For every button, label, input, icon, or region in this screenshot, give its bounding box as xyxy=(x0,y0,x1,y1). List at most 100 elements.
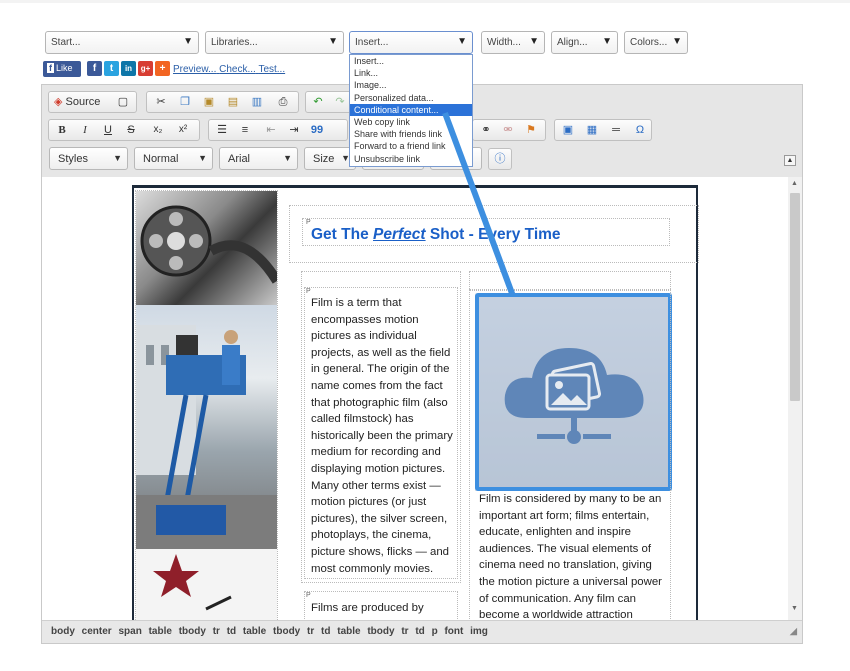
test-link[interactable]: Test... xyxy=(258,64,285,75)
right-body-text: Film is considered by many to be an impo… xyxy=(479,491,679,620)
menu-item-conditional-content[interactable]: Conditional content... xyxy=(350,103,472,116)
text-line: the motion picture a universal power xyxy=(479,575,662,588)
facebook-share-icon[interactable]: f xyxy=(87,61,102,76)
format-combo[interactable]: Normal ▼ xyxy=(134,147,213,170)
check-link[interactable]: Check... xyxy=(219,64,256,75)
special-char-button[interactable]: Ω xyxy=(630,120,650,140)
resize-handle-icon[interactable]: ◢ xyxy=(790,626,797,637)
styles-combo-label: Styles xyxy=(58,153,88,165)
underline-button[interactable]: U xyxy=(98,120,118,140)
start-select[interactable]: Start... ▼ xyxy=(45,31,199,54)
image-icon[interactable]: ▣ xyxy=(558,120,578,140)
text-line: become a worldwide attraction xyxy=(479,609,633,620)
template-icon[interactable]: ▢ xyxy=(113,92,133,112)
superscript-button[interactable]: x² xyxy=(173,120,193,140)
menu-item-unsubscribe-link[interactable]: Unsubscribe link xyxy=(350,153,472,165)
addthis-share-icon[interactable]: + xyxy=(155,61,170,76)
print-icon[interactable]: ⎙ xyxy=(273,92,293,112)
insert-select[interactable]: Insert... ▼ xyxy=(349,31,473,54)
preview-link[interactable]: Preview... xyxy=(173,64,216,75)
strikethrough-button[interactable]: S xyxy=(121,120,141,140)
undo-icon[interactable]: ↶ xyxy=(308,92,328,112)
source-button[interactable]: ◈ Source xyxy=(52,92,107,112)
paste-text-icon[interactable]: ▤ xyxy=(223,92,243,112)
subscript-button[interactable]: x₂ xyxy=(148,120,168,140)
font-combo[interactable]: Arial ▼ xyxy=(219,147,298,170)
menu-item-personalized-data[interactable]: Personalized data... xyxy=(350,92,472,104)
scroll-down-icon[interactable]: ▼ xyxy=(791,605,798,612)
left-body-text: Film is a term that encompasses motion p… xyxy=(311,295,461,577)
facebook-icon: f xyxy=(47,63,54,73)
text-line: important art form; films entertain, xyxy=(479,509,650,522)
text-line: called filmstock) has xyxy=(311,413,414,426)
scroll-up-icon[interactable]: ▲ xyxy=(791,180,798,187)
blockquote-button[interactable]: 99 xyxy=(307,120,327,140)
horizontal-rule-icon[interactable]: ═ xyxy=(606,120,626,140)
libraries-select-label: Libraries... xyxy=(211,37,258,48)
link-icon[interactable]: ⚭ xyxy=(476,120,496,140)
text-line: educate, enlighten and inspire xyxy=(479,526,631,539)
chevron-down-icon: ▼ xyxy=(113,153,122,163)
text-line: motion pictures (or just xyxy=(311,496,427,509)
title-pre: Get The xyxy=(311,226,374,243)
menu-item-insert[interactable]: Insert... xyxy=(350,55,472,67)
colors-select[interactable]: Colors... ▼ xyxy=(624,31,688,54)
insert-dropdown-menu: Insert... Link... Image... Personalized … xyxy=(349,54,473,167)
numbered-list-icon[interactable]: ☰ xyxy=(212,120,232,140)
source-group: ◈ Source ▢ xyxy=(48,91,137,113)
text-line: Many other terms exist — xyxy=(311,479,441,492)
copy-icon[interactable]: ❐ xyxy=(175,92,195,112)
text-line: Film is a term that xyxy=(311,297,402,309)
bold-button[interactable]: B xyxy=(52,120,72,140)
text-line: of communication. Any film can xyxy=(479,592,637,605)
collapse-toolbar-icon[interactable]: ▲ xyxy=(784,155,796,166)
paste-icon[interactable]: ▣ xyxy=(199,92,219,112)
styles-combo[interactable]: Styles ▼ xyxy=(49,147,128,170)
insert-group: ▣ ▦ ═ Ω xyxy=(554,119,652,141)
outdent-icon[interactable]: ⇤ xyxy=(261,120,281,140)
table-icon[interactable]: ▦ xyxy=(582,120,602,140)
title-p-marker: P xyxy=(306,219,311,226)
vertical-scrollbar[interactable]: ▲ ▼ xyxy=(788,177,802,620)
google-plus-share-icon[interactable]: g+ xyxy=(138,61,153,76)
indent-icon[interactable]: ⇥ xyxy=(284,120,304,140)
width-select[interactable]: Width... ▼ xyxy=(481,31,545,54)
paste-word-icon[interactable]: ▥ xyxy=(247,92,267,112)
anchor-icon[interactable]: ⚑ xyxy=(521,120,541,140)
left-p-marker: P xyxy=(306,288,311,295)
text-line: displaying motion pictures. xyxy=(311,462,446,475)
chevron-down-icon: ▼ xyxy=(183,36,193,47)
editor-content-area[interactable]: P Get The Perfect Shot - Every Time P Fi… xyxy=(42,177,788,620)
element-path[interactable]: body center span table tbody tr td table… xyxy=(51,626,488,637)
text-line: Film is considered by many to be an xyxy=(479,493,662,505)
menu-item-link[interactable]: Link... xyxy=(350,67,472,79)
link-group: ⚭ ⚮ ⚑ xyxy=(472,119,546,141)
title-emphasis: Perfect xyxy=(373,226,426,243)
linkedin-share-glyph: in xyxy=(124,64,133,73)
libraries-select[interactable]: Libraries... ▼ xyxy=(205,31,344,54)
italic-button[interactable]: I xyxy=(75,120,95,140)
linkedin-share-icon[interactable]: in xyxy=(121,61,136,76)
bulleted-list-icon[interactable]: ≡ xyxy=(235,120,255,140)
right-top-cell-outline xyxy=(469,271,671,291)
twitter-share-glyph: t xyxy=(109,63,114,74)
cut-icon[interactable]: ✂ xyxy=(151,92,171,112)
undo-group: ↶ ↷ xyxy=(305,91,353,113)
scrollbar-thumb[interactable] xyxy=(790,193,800,401)
menu-item-image[interactable]: Image... xyxy=(350,79,472,91)
unlink-icon[interactable]: ⚮ xyxy=(498,120,518,140)
align-select-label: Align... xyxy=(557,37,588,48)
redo-icon[interactable]: ↷ xyxy=(330,92,350,112)
menu-item-forward-to-friend-link[interactable]: Forward to a friend link xyxy=(350,140,472,152)
facebook-like-button[interactable]: f Like xyxy=(43,61,81,77)
twitter-share-icon[interactable]: t xyxy=(104,61,119,76)
align-select[interactable]: Align... ▼ xyxy=(551,31,618,54)
text-line: in general. The origin of the xyxy=(311,363,450,376)
colors-select-label: Colors... xyxy=(630,37,668,48)
menu-item-web-copy-link[interactable]: Web copy link xyxy=(350,116,472,128)
chevron-down-icon: ▼ xyxy=(283,153,292,163)
addthis-share-glyph: + xyxy=(159,63,166,74)
info-icon[interactable]: ⓘ xyxy=(490,149,510,169)
chevron-down-icon: ▼ xyxy=(529,36,539,47)
menu-item-share-with-friends-link[interactable]: Share with friends link xyxy=(350,128,472,140)
